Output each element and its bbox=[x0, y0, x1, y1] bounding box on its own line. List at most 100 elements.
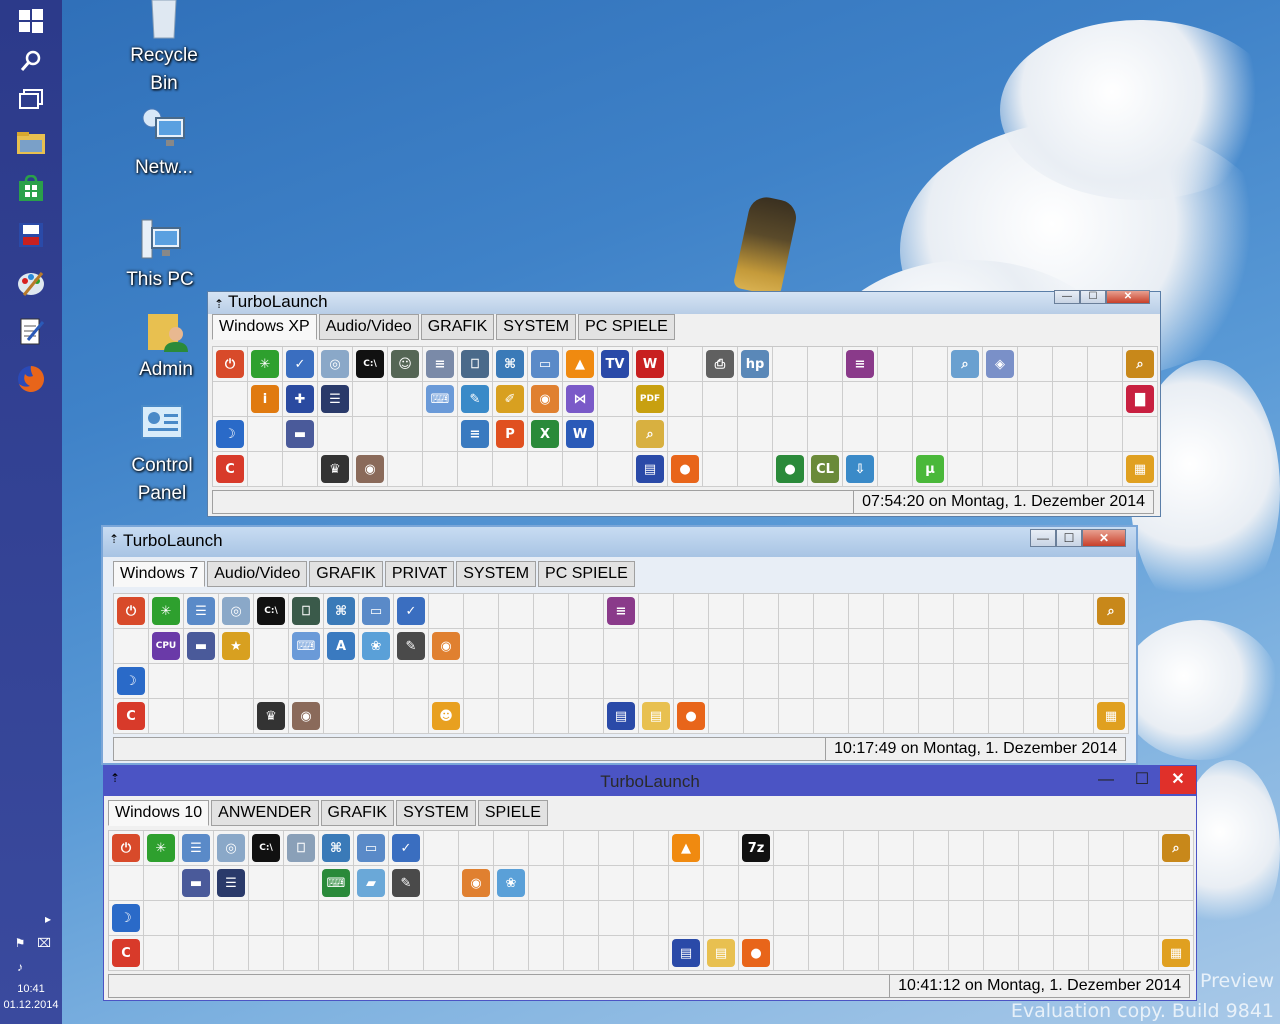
excel-icon[interactable]: X bbox=[531, 420, 559, 448]
launcher-slot-empty[interactable] bbox=[1159, 866, 1194, 901]
launcher-slot[interactable]: ▭ bbox=[359, 594, 394, 629]
launcher-slot-empty[interactable] bbox=[914, 866, 949, 901]
avast-icon[interactable]: ▦ bbox=[1162, 939, 1190, 967]
launcher-slot-empty[interactable] bbox=[1054, 936, 1089, 971]
check-icon[interactable]: ✓ bbox=[286, 350, 314, 378]
network-icon[interactable]: ⌘ bbox=[327, 597, 355, 625]
launcher-slot-empty[interactable] bbox=[388, 382, 423, 417]
launcher-slot-empty[interactable] bbox=[319, 901, 354, 936]
launcher-slot[interactable]: ▤ bbox=[633, 452, 668, 487]
launcher-slot[interactable]: ▰ bbox=[354, 866, 389, 901]
launcher-slot-empty[interactable] bbox=[744, 664, 779, 699]
launcher-slot[interactable]: ◎ bbox=[219, 594, 254, 629]
launcher-slot-empty[interactable] bbox=[814, 699, 849, 734]
launcher-slot[interactable]: ◈ bbox=[983, 347, 1018, 382]
launcher-slot-empty[interactable] bbox=[429, 594, 464, 629]
launcher-slot-empty[interactable] bbox=[149, 699, 184, 734]
launcher-slot-empty[interactable] bbox=[464, 699, 499, 734]
sparkle-icon[interactable]: ✳ bbox=[251, 350, 279, 378]
launcher-slot-empty[interactable] bbox=[704, 901, 739, 936]
launcher-slot-empty[interactable] bbox=[774, 901, 809, 936]
wintv-icon[interactable]: W bbox=[636, 350, 664, 378]
launcher-slot-empty[interactable] bbox=[1053, 347, 1088, 382]
launcher-slot-empty[interactable] bbox=[773, 347, 808, 382]
floppy-icon[interactable]: ▤ bbox=[672, 939, 700, 967]
launcher-slot[interactable]: ⎕ bbox=[284, 831, 319, 866]
7zip-icon[interactable]: 7z bbox=[742, 834, 770, 862]
launcher-slot-empty[interactable] bbox=[529, 936, 564, 971]
launcher-slot[interactable]: ▬ bbox=[184, 629, 219, 664]
launcher-slot-empty[interactable] bbox=[354, 936, 389, 971]
launcher-slot-empty[interactable] bbox=[1053, 417, 1088, 452]
sparkle-icon[interactable]: ✳ bbox=[147, 834, 175, 862]
vlc-icon[interactable]: ▲ bbox=[566, 350, 594, 378]
launcher-slot-empty[interactable] bbox=[534, 699, 569, 734]
launcher-slot-empty[interactable] bbox=[913, 382, 948, 417]
tab-pc-spiele[interactable]: PC SPIELE bbox=[538, 561, 635, 587]
winrar-icon[interactable]: ≡ bbox=[846, 350, 874, 378]
ccleaner-moon-icon[interactable]: ☽ bbox=[112, 904, 140, 932]
launcher-slot-empty[interactable] bbox=[429, 664, 464, 699]
launcher-slot-empty[interactable] bbox=[1089, 901, 1124, 936]
title-bar[interactable]: ⇡ TurboLaunch — ☐ ✕ bbox=[208, 290, 1160, 314]
save-icon[interactable] bbox=[12, 216, 50, 254]
launcher-slot-empty[interactable] bbox=[849, 699, 884, 734]
launcher-slot[interactable]: C bbox=[109, 936, 144, 971]
launcher-slot[interactable]: ♛ bbox=[318, 452, 353, 487]
pdf-icon[interactable]: PDF bbox=[636, 385, 664, 413]
launcher-slot[interactable]: ⎕ bbox=[289, 594, 324, 629]
launcher-slot-empty[interactable] bbox=[989, 629, 1024, 664]
maximize-icon[interactable]: ☐ bbox=[1080, 290, 1106, 304]
control-panel-icon[interactable]: ☰ bbox=[182, 834, 210, 862]
launcher-slot-empty[interactable] bbox=[569, 699, 604, 734]
launcher-slot-empty[interactable] bbox=[879, 936, 914, 971]
launcher-slot[interactable]: ▦ bbox=[1123, 452, 1158, 487]
launcher-slot[interactable]: ▭ bbox=[528, 347, 563, 382]
launcher-slot-empty[interactable] bbox=[254, 629, 289, 664]
launcher-slot[interactable]: ✚ bbox=[283, 382, 318, 417]
launcher-slot-empty[interactable] bbox=[493, 452, 528, 487]
launcher-slot-empty[interactable] bbox=[738, 382, 773, 417]
equalizer-icon[interactable]: ☰ bbox=[217, 869, 245, 897]
launcher-slot[interactable]: ✳ bbox=[149, 594, 184, 629]
firefox-icon[interactable]: ● bbox=[742, 939, 770, 967]
launcher-slot-empty[interactable] bbox=[634, 901, 669, 936]
tab-audio-video[interactable]: Audio/Video bbox=[207, 561, 308, 587]
maximize-icon[interactable]: ☐ bbox=[1124, 766, 1160, 794]
launcher-slot-empty[interactable] bbox=[809, 866, 844, 901]
launcher-slot[interactable]: C bbox=[213, 452, 248, 487]
launcher-slot[interactable]: ✎ bbox=[458, 382, 493, 417]
launcher-slot-empty[interactable] bbox=[709, 664, 744, 699]
avast-icon[interactable]: ▦ bbox=[1097, 702, 1125, 730]
launcher-slot[interactable]: ✓ bbox=[389, 831, 424, 866]
search-icon[interactable] bbox=[12, 42, 50, 80]
launcher-slot-empty[interactable] bbox=[744, 594, 779, 629]
launcher-slot[interactable]: ◉ bbox=[353, 452, 388, 487]
launcher-slot-empty[interactable] bbox=[878, 382, 913, 417]
search-doc-icon[interactable]: ⌕ bbox=[951, 350, 979, 378]
close-icon[interactable]: ✕ bbox=[1160, 766, 1196, 794]
ccleaner-icon[interactable]: C bbox=[216, 455, 244, 483]
launcher-slot[interactable]: ⎙ bbox=[703, 347, 738, 382]
cd-icon[interactable]: ◎ bbox=[321, 350, 349, 378]
cd-icon[interactable]: ◎ bbox=[217, 834, 245, 862]
launcher-slot[interactable]: µ bbox=[913, 452, 948, 487]
launcher-slot-empty[interactable] bbox=[989, 594, 1024, 629]
launcher-slot[interactable]: ⋈ bbox=[563, 382, 598, 417]
launcher-slot-empty[interactable] bbox=[1059, 594, 1094, 629]
box-icon[interactable]: ◈ bbox=[986, 350, 1014, 378]
launcher-slot[interactable]: ⏻ bbox=[213, 347, 248, 382]
launcher-slot[interactable]: ⌘ bbox=[319, 831, 354, 866]
eye-icon[interactable]: ◉ bbox=[462, 869, 490, 897]
launcher-slot[interactable]: W bbox=[563, 417, 598, 452]
launcher-slot-empty[interactable] bbox=[674, 594, 709, 629]
tab-windows-7[interactable]: Windows 7 bbox=[113, 561, 206, 587]
launcher-slot-empty[interactable] bbox=[703, 382, 738, 417]
check-icon[interactable]: ✓ bbox=[397, 597, 425, 625]
launcher-slot-empty[interactable] bbox=[809, 936, 844, 971]
launcher-slot-empty[interactable] bbox=[179, 936, 214, 971]
launcher-slot-empty[interactable] bbox=[324, 664, 359, 699]
paint-icon[interactable]: ❀ bbox=[362, 632, 390, 660]
launcher-slot-empty[interactable] bbox=[668, 417, 703, 452]
launcher-slot-empty[interactable] bbox=[884, 664, 919, 699]
